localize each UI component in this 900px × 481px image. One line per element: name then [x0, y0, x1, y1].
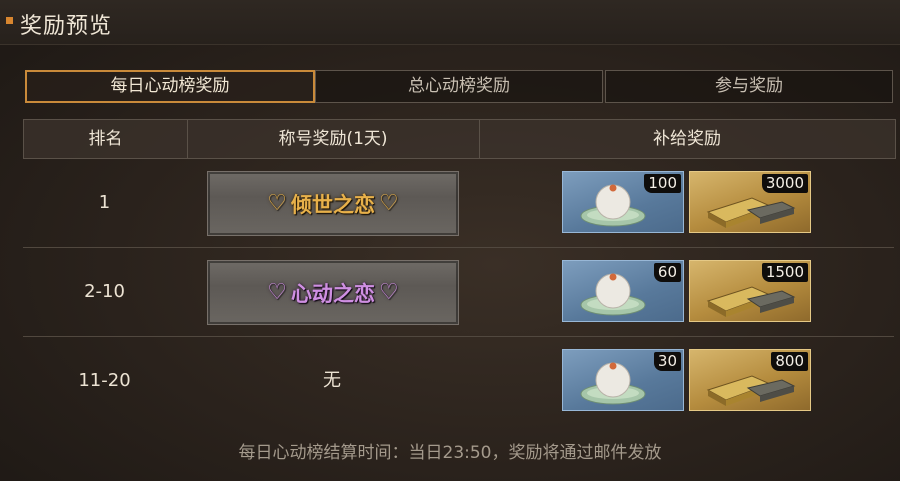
header-marker-icon	[6, 17, 13, 24]
item-quantity: 800	[771, 352, 808, 371]
reward-item-gold-bars[interactable]: 1500	[689, 260, 811, 322]
rank-cell: 2-10	[84, 281, 125, 302]
column-header-rank: 排名	[88, 129, 123, 149]
title-name: 心动之恋	[291, 281, 375, 306]
item-quantity: 60	[653, 263, 681, 282]
column-header-title-reward: 称号奖励(1天)	[278, 129, 388, 149]
heart-icon: ♡	[379, 191, 399, 216]
panel-title: 奖励预览	[20, 14, 113, 39]
rank-cell: 11-20	[78, 370, 131, 391]
reward-item-rice-bun[interactable]: 100	[562, 171, 684, 233]
item-quantity: 3000	[761, 174, 808, 193]
reward-tabs: 每日心动榜奖励 总心动榜奖励 参与奖励	[25, 70, 893, 103]
reward-item-rice-bun[interactable]: 60	[562, 260, 684, 322]
reward-item-gold-bars[interactable]: 800	[689, 349, 811, 411]
item-quantity: 30	[653, 352, 681, 371]
tab-participation-rewards[interactable]: 参与奖励	[605, 70, 893, 103]
title-badge: ♡ 心动之恋 ♡	[207, 260, 459, 325]
panel-header: 奖励预览	[0, 0, 900, 45]
heart-icon: ♡	[379, 280, 399, 305]
title-badge: ♡ 倾世之恋 ♡	[207, 171, 459, 236]
table-row: 1 ♡ 倾世之恋 ♡ 100 3000	[23, 159, 894, 248]
title-reward-none: 无	[323, 370, 341, 391]
heart-icon: ♡	[267, 191, 287, 216]
table-row: 11-20 无 30 800	[23, 337, 894, 425]
title-name: 倾世之恋	[291, 192, 375, 217]
reward-table: 排名 称号奖励(1天) 补给奖励 1 ♡ 倾世之恋 ♡ 100 3000 2-1…	[23, 119, 896, 429]
rank-cell: 1	[98, 192, 111, 213]
item-quantity: 1500	[761, 263, 808, 282]
table-row: 2-10 ♡ 心动之恋 ♡ 60 1500	[23, 248, 894, 337]
column-header-supply-reward: 补给奖励	[653, 129, 721, 149]
item-quantity: 100	[644, 174, 681, 193]
table-header: 排名 称号奖励(1天) 补给奖励	[23, 119, 896, 159]
tab-total-ranking-rewards[interactable]: 总心动榜奖励	[315, 70, 603, 103]
reward-item-rice-bun[interactable]: 30	[562, 349, 684, 411]
heart-icon: ♡	[267, 280, 287, 305]
reward-item-gold-bars[interactable]: 3000	[689, 171, 811, 233]
tab-daily-ranking-rewards[interactable]: 每日心动榜奖励	[25, 70, 315, 103]
settlement-note: 每日心动榜结算时间：当日23:50，奖励将通过邮件发放	[238, 443, 662, 463]
